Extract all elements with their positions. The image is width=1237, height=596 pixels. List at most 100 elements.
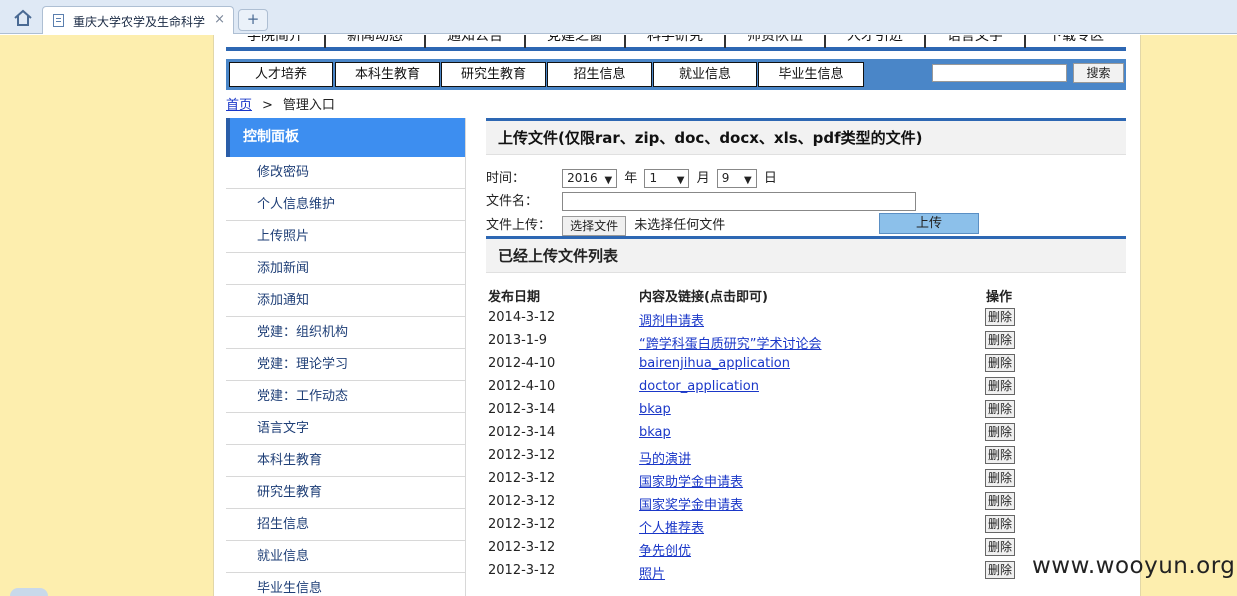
delete-button[interactable]: 删除 <box>985 308 1015 326</box>
chevron-down-icon: ▼ <box>604 175 613 186</box>
row-date: 2012-3-12 <box>488 448 556 463</box>
nav-item[interactable]: 新闻动态 <box>326 35 426 48</box>
day-select[interactable]: 9 ▼ <box>716 169 757 188</box>
nav-button[interactable]: 研究生教育 <box>441 62 546 87</box>
table-row: 2012-3-14 bkap 删除 <box>486 423 1126 448</box>
breadcrumb-home-link[interactable]: 首页 <box>226 98 252 113</box>
header-date: 发布日期 <box>488 290 541 305</box>
delete-button[interactable]: 删除 <box>985 515 1015 533</box>
row-date: 2014-3-12 <box>488 310 556 325</box>
delete-button[interactable]: 删除 <box>985 492 1015 510</box>
browser-tab[interactable]: 重庆大学农学及生命科学 × <box>42 6 234 34</box>
sidebar-item-add-news[interactable]: 添加新闻 <box>226 253 465 285</box>
file-link[interactable]: doctor_application <box>639 379 759 394</box>
nav-button[interactable]: 招生信息 <box>547 62 652 87</box>
nav-button[interactable]: 本科生教育 <box>335 62 440 87</box>
sidebar: 控制面板 修改密码 个人信息维护 上传照片 添加新闻 添加通知 党建：组织机构 … <box>226 118 466 596</box>
delete-button[interactable]: 删除 <box>985 538 1015 556</box>
delete-button[interactable]: 删除 <box>985 446 1015 464</box>
year-unit: 年 <box>624 171 638 186</box>
chevron-down-icon: ▼ <box>744 175 752 186</box>
file-link[interactable]: 马的演讲 <box>639 452 691 467</box>
sidebar-item-change-password[interactable]: 修改密码 <box>226 157 465 189</box>
table-row: 2013-1-9 “跨学科蛋白质研究”学术讨论会 删除 <box>486 331 1126 356</box>
choose-file-button[interactable]: 选择文件 <box>562 215 627 236</box>
filename-label: 文件名： <box>486 194 539 209</box>
top-nav: 学院简介 新闻动态 通知公告 党建之窗 科学研究 师资队伍 人才引进 语言文字 … <box>226 35 1126 51</box>
table-row: 2012-3-12 马的演讲 删除 <box>486 446 1126 471</box>
sidebar-item-party-org[interactable]: 党建：组织机构 <box>226 317 465 349</box>
nav-item[interactable]: 通知公告 <box>426 35 526 48</box>
chevron-down-icon: ▼ <box>676 175 685 186</box>
file-link[interactable]: 争先创优 <box>639 544 691 559</box>
nav-item[interactable]: 科学研究 <box>626 35 726 48</box>
nav-item[interactable]: 党建之窗 <box>526 35 626 48</box>
year-value: 2016 <box>567 171 598 185</box>
file-link[interactable]: 调剂申请表 <box>639 314 704 329</box>
sidebar-item-undergrad[interactable]: 本科生教育 <box>226 445 465 477</box>
sidebar-title: 控制面板 <box>226 118 465 157</box>
delete-button[interactable]: 删除 <box>985 354 1015 372</box>
row-date: 2012-3-12 <box>488 471 556 486</box>
sidebar-item-add-notice[interactable]: 添加通知 <box>226 285 465 317</box>
file-link[interactable]: 个人推荐表 <box>639 521 704 536</box>
sidebar-item-alumni[interactable]: 毕业生信息 <box>226 573 465 596</box>
table-row: 2012-4-10 doctor_application 删除 <box>486 377 1126 402</box>
nav-item[interactable]: 师资队伍 <box>726 35 826 48</box>
delete-button[interactable]: 删除 <box>985 377 1015 395</box>
close-icon[interactable]: × <box>214 12 225 27</box>
file-link[interactable]: 国家奖学金申请表 <box>639 498 743 513</box>
nav-button[interactable]: 毕业生信息 <box>758 62 864 87</box>
file-link[interactable]: bkap <box>639 425 671 440</box>
table-row: 2012-3-12 国家助学金申请表 删除 <box>486 469 1126 494</box>
day-value: 9 <box>721 171 730 185</box>
year-select[interactable]: 2016 ▼ <box>562 169 618 188</box>
upload-panel-title: 上传文件(仅限rar、zip、doc、docx、xls、pdf类型的文件) <box>486 118 1126 155</box>
filename-input[interactable] <box>562 192 917 211</box>
nav-item[interactable]: 下载专区 <box>1026 35 1126 48</box>
row-date: 2012-3-14 <box>488 425 556 440</box>
delete-button[interactable]: 删除 <box>985 331 1015 349</box>
sidebar-item-profile[interactable]: 个人信息维护 <box>226 189 465 221</box>
file-link[interactable]: bkap <box>639 402 671 417</box>
browser-tab-bar: 重庆大学农学及生命科学 × + <box>0 0 1237 34</box>
file-link[interactable]: 国家助学金申请表 <box>639 475 743 490</box>
row-date: 2013-1-9 <box>488 333 548 348</box>
table-row: 2012-4-10 bairenjihua_application 删除 <box>486 354 1126 379</box>
sidebar-item-language[interactable]: 语言文字 <box>226 413 465 445</box>
nav-item[interactable]: 人才引进 <box>826 35 926 48</box>
home-icon[interactable] <box>12 8 34 28</box>
main-content: 上传文件(仅限rar、zip、doc、docx、xls、pdf类型的文件) 时间… <box>486 118 1126 596</box>
file-link[interactable]: “跨学科蛋白质研究”学术讨论会 <box>639 337 821 352</box>
file-link[interactable]: bairenjihua_application <box>639 356 790 371</box>
table-row: 2012-3-12 个人推荐表 删除 <box>486 515 1126 540</box>
table-row: 2012-3-14 bkap 删除 <box>486 400 1126 425</box>
sidebar-item-employment[interactable]: 就业信息 <box>226 541 465 573</box>
table-row: 2012-3-12 国家奖学金申请表 删除 <box>486 492 1126 517</box>
sidebar-item-party-work[interactable]: 党建：工作动态 <box>226 381 465 413</box>
search-button[interactable]: 搜索 <box>1073 63 1124 83</box>
sidebar-item-party-theory[interactable]: 党建：理论学习 <box>226 349 465 381</box>
nav-item[interactable]: 学院简介 <box>226 35 326 48</box>
filename-row: 文件名： <box>486 190 917 211</box>
time-label: 时间： <box>486 171 526 186</box>
page-viewport: 学院简介 新闻动态 通知公告 党建之窗 科学研究 师资队伍 人才引进 语言文字 … <box>0 35 1237 596</box>
delete-button[interactable]: 删除 <box>985 469 1015 487</box>
nav-item[interactable]: 语言文字 <box>926 35 1026 48</box>
upload-button[interactable]: 上传 <box>879 213 979 234</box>
search-input[interactable] <box>932 64 1067 82</box>
nav-button[interactable]: 人才培养 <box>229 62 333 87</box>
file-link[interactable]: 照片 <box>639 567 665 582</box>
delete-button[interactable]: 删除 <box>985 400 1015 418</box>
month-select[interactable]: 1 ▼ <box>644 169 690 188</box>
row-date: 2012-3-14 <box>488 402 556 417</box>
sidebar-item-upload-photo[interactable]: 上传照片 <box>226 221 465 253</box>
breadcrumb-separator: > <box>262 98 273 113</box>
row-date: 2012-3-12 <box>488 517 556 532</box>
new-tab-button[interactable]: + <box>238 9 268 31</box>
sidebar-item-admissions[interactable]: 招生信息 <box>226 509 465 541</box>
delete-button[interactable]: 删除 <box>985 561 1015 579</box>
sidebar-item-graduate[interactable]: 研究生教育 <box>226 477 465 509</box>
nav-button[interactable]: 就业信息 <box>653 62 757 87</box>
delete-button[interactable]: 删除 <box>985 423 1015 441</box>
